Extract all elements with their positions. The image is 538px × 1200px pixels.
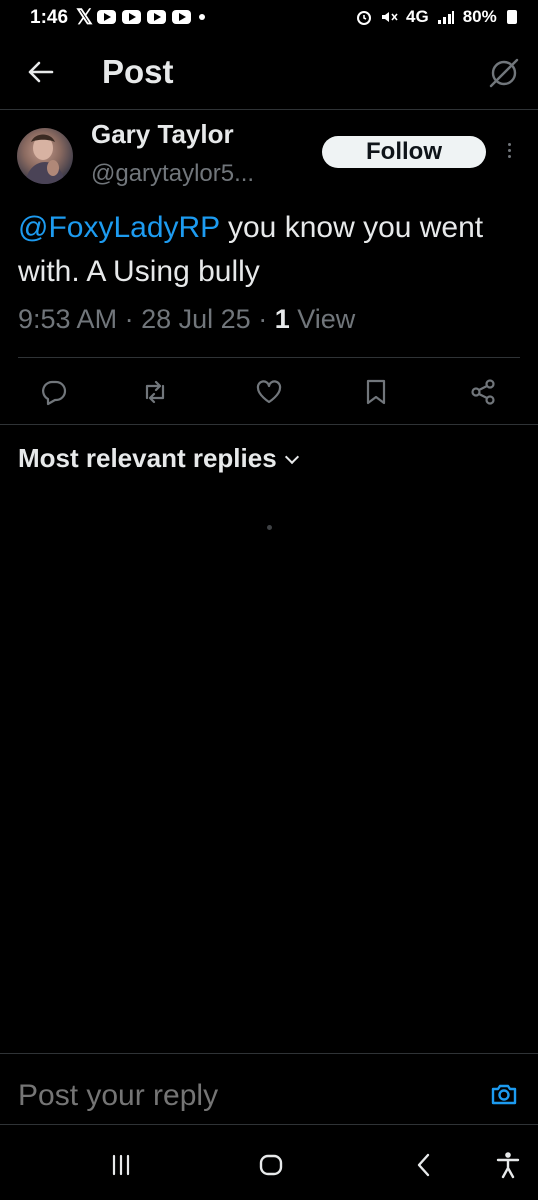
follow-button[interactable]: Follow [322,136,486,168]
replies-sort-label: Most relevant replies [18,443,277,473]
views-count: 1 [274,304,290,334]
alarm-icon [357,11,371,25]
share-icon[interactable] [469,378,497,406]
x-app-icon: 𝕏 [76,6,93,29]
youtube-notification-icon [147,10,166,24]
recent-apps-icon[interactable] [106,1150,136,1180]
loading-indicator [267,525,272,530]
youtube-notification-icon [122,10,141,24]
status-bar: 1:46 𝕏 4G 80% [0,0,538,38]
nav-back-icon[interactable] [409,1150,439,1180]
battery-percent: 80% [462,7,497,26]
replies-sort-dropdown[interactable]: Most relevant replies [18,443,299,474]
meta-separator: · [124,304,134,334]
signal-icon [437,11,454,24]
header-divider [0,109,538,110]
network-type: 4G [406,7,429,26]
avatar-image [25,134,65,184]
more-options-icon[interactable] [505,140,513,164]
youtube-notification-icon [97,10,116,24]
more-notifications-dot [199,14,205,20]
page-title: Post [102,53,174,90]
author-name[interactable]: Gary Taylor [91,119,234,150]
like-icon[interactable] [255,378,283,406]
meta-separator: · [258,304,268,334]
avatar[interactable] [17,128,73,184]
status-time: 1:46 [30,7,69,28]
back-arrow-icon[interactable] [24,56,56,88]
reply-input[interactable] [18,1076,458,1116]
actions-divider [0,424,538,425]
meta-divider [18,357,520,358]
composer-divider [0,1053,538,1054]
home-icon[interactable] [256,1150,286,1180]
views-label: View [297,304,356,334]
post-time: 9:53 AM [18,304,118,334]
grok-icon[interactable] [487,56,521,90]
post-meta: 9:53 AM · 28 Jul 25 · 1 View [18,304,355,335]
mute-icon [382,12,398,22]
post-text: @FoxyLadyRP you know you went with. A Us… [18,206,518,294]
composer-bottom-divider [0,1124,538,1125]
repost-icon[interactable] [141,378,169,406]
camera-icon[interactable] [490,1080,518,1108]
battery-icon [506,10,517,24]
chevron-down-icon [284,449,299,465]
mention-link[interactable]: @FoxyLadyRP [18,211,220,244]
accessibility-icon[interactable] [493,1150,523,1180]
bookmark-icon[interactable] [362,378,390,406]
author-handle[interactable]: @garytaylor5... [91,160,254,188]
youtube-notification-icon [172,10,191,24]
reply-icon[interactable] [40,378,68,406]
post-date: 28 Jul 25 [141,304,251,334]
status-indicators: 4G 80% [356,7,517,27]
